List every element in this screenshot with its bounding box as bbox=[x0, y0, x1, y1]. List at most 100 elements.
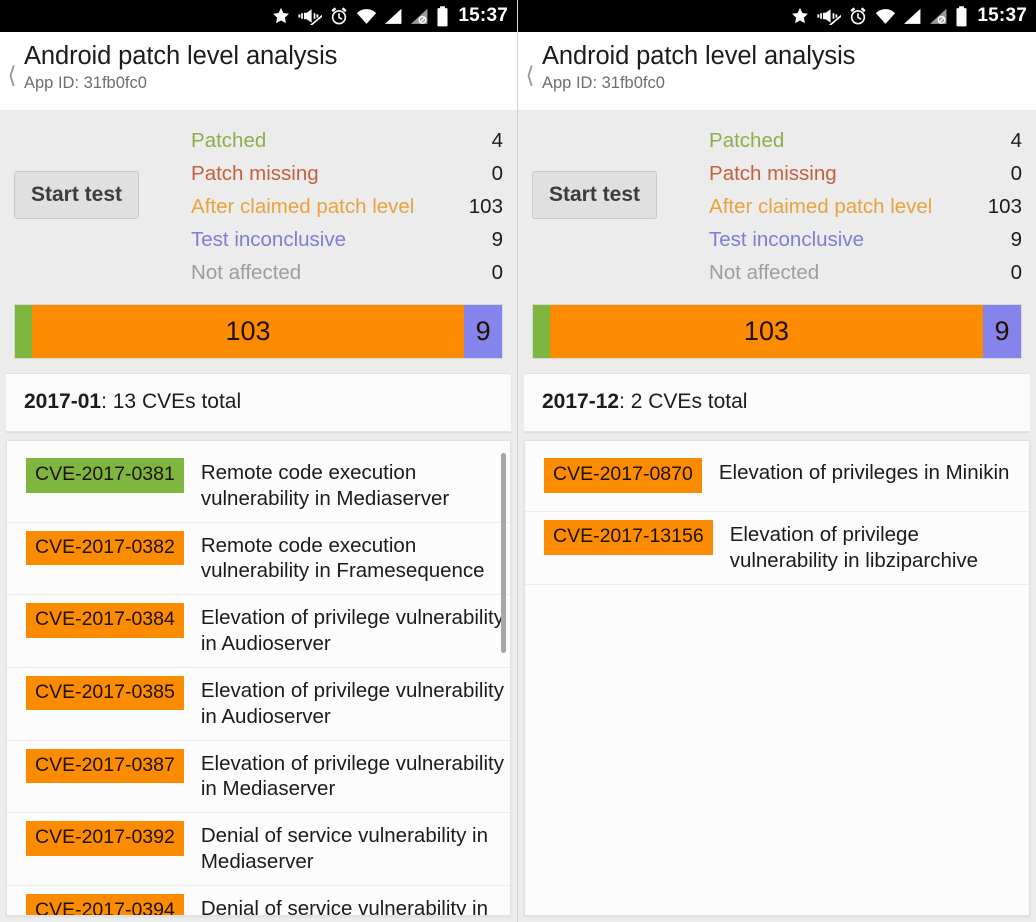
app-id-label: App ID: 31fb0fc0 bbox=[542, 74, 665, 93]
no-sim-icon bbox=[930, 8, 947, 24]
cve-list-card: CVE-2017-0381 Remote code execution vuln… bbox=[6, 440, 511, 916]
cve-description: Denial of service vulnerability in bbox=[200, 896, 488, 916]
cve-id-badge[interactable]: CVE-2017-0382 bbox=[26, 530, 184, 566]
legend-value: 0 bbox=[491, 162, 503, 185]
legend-value: 0 bbox=[1010, 162, 1022, 185]
cve-id-badge[interactable]: CVE-2017-0387 bbox=[26, 748, 184, 784]
cve-id-badge[interactable]: CVE-2017-0394 bbox=[26, 893, 184, 915]
legend-row: Patched 4 bbox=[709, 124, 1022, 157]
cve-description: Remote code execution vulnerability in M… bbox=[200, 461, 450, 510]
cve-id-badge[interactable]: CVE-2017-13156 bbox=[544, 520, 713, 555]
cve-list: CVE-2017-0381 Remote code execution vuln… bbox=[7, 441, 510, 916]
legend-row: Patch missing 0 bbox=[191, 157, 503, 190]
dual-screenshot-container: 15:37 ⟨ Android patch level analysis App… bbox=[0, 0, 1036, 922]
legend-value: 0 bbox=[491, 261, 503, 284]
cve-list-item[interactable]: CVE-2017-0387 Elevation of privilege vul… bbox=[7, 741, 510, 814]
status-bar: 15:37 bbox=[518, 0, 1036, 32]
cve-id-badge[interactable]: CVE-2017-0384 bbox=[26, 603, 184, 638]
bar-segment bbox=[533, 305, 550, 358]
bar-segment: 9 bbox=[464, 305, 502, 358]
start-test-wrap: Start test bbox=[14, 124, 140, 219]
month-summary-text: 2017-01: 13 CVEs total bbox=[24, 390, 493, 414]
month-summary-card[interactable]: 2017-12: 2 CVEs total bbox=[524, 373, 1030, 432]
no-sim-icon bbox=[411, 8, 428, 24]
legend-label: Patched bbox=[709, 129, 785, 152]
panel-left: 15:37 ⟨ Android patch level analysis App… bbox=[0, 0, 518, 922]
app-header: ⟨ Android patch level analysis App ID: 3… bbox=[0, 32, 517, 110]
cve-list-item[interactable]: CVE-2017-0394 Denial of service vulnerab… bbox=[7, 886, 510, 916]
start-test-wrap: Start test bbox=[532, 124, 658, 219]
chevron-left-icon[interactable]: ⟨ bbox=[518, 38, 542, 87]
cve-list-item[interactable]: CVE-2017-0870 Elevation of privileges in… bbox=[525, 450, 1029, 512]
legend-label: After claimed patch level bbox=[709, 195, 933, 218]
legend-label: Not affected bbox=[191, 261, 302, 284]
list-scrollbar[interactable] bbox=[501, 453, 506, 653]
alarm-icon bbox=[850, 7, 867, 25]
legend-row: After claimed patch level 103 bbox=[709, 190, 1022, 223]
cve-description: Elevation of privilege vulnerability in … bbox=[200, 606, 504, 656]
cve-description: Elevation of privilege vulnerability in … bbox=[200, 751, 504, 801]
chevron-left-icon[interactable]: ⟨ bbox=[0, 38, 24, 87]
legend-value: 0 bbox=[1010, 261, 1022, 284]
cve-id-badge[interactable]: CVE-2017-0870 bbox=[544, 458, 702, 493]
cve-list-item[interactable]: CVE-2017-0382 Remote code execution vuln… bbox=[7, 523, 510, 596]
month-count: : 13 CVEs total bbox=[101, 390, 242, 413]
month-count: : 2 CVEs total bbox=[619, 390, 748, 413]
cve-description: Denial of service vulnerability in Media… bbox=[200, 824, 488, 874]
bar-segment bbox=[15, 305, 32, 358]
cve-list-item[interactable]: CVE-2017-13156 Elevation of privilege vu… bbox=[525, 512, 1029, 585]
page-title: Android patch level analysis bbox=[24, 42, 338, 70]
summary-row: Start test Patched 4 Patch missing 0 Aft… bbox=[532, 124, 1022, 289]
legend-label: Patch missing bbox=[191, 162, 319, 185]
legend-value: 103 bbox=[987, 195, 1022, 218]
legend-row: Patch missing 0 bbox=[709, 157, 1022, 190]
legend-label: Test inconclusive bbox=[191, 228, 346, 251]
bar-segment: 9 bbox=[983, 305, 1021, 358]
battery-icon bbox=[956, 5, 967, 26]
stacked-bar-wrap: 103 9 bbox=[532, 289, 1022, 373]
signal-icon bbox=[904, 8, 921, 24]
cve-list-item[interactable]: CVE-2017-0385 Elevation of privilege vul… bbox=[7, 668, 510, 741]
cve-id-badge[interactable]: CVE-2017-0381 bbox=[26, 458, 184, 493]
legend-value: 4 bbox=[491, 129, 503, 152]
cve-list-item[interactable]: CVE-2017-0392 Denial of service vulnerab… bbox=[7, 813, 510, 886]
header-titles: Android patch level analysis App ID: 31f… bbox=[542, 38, 855, 94]
vibrate-icon bbox=[298, 9, 323, 25]
status-bar: 15:37 bbox=[0, 0, 517, 32]
legend-label: After claimed patch level bbox=[191, 195, 415, 218]
legend-label: Patch missing bbox=[709, 162, 837, 185]
cve-list-item[interactable]: CVE-2017-0381 Remote code execution vuln… bbox=[7, 450, 510, 523]
legend-label: Patched bbox=[191, 129, 267, 152]
start-test-button[interactable]: Start test bbox=[532, 171, 658, 219]
status-bar-icons bbox=[271, 5, 449, 27]
cve-id-badge[interactable]: CVE-2017-0385 bbox=[26, 675, 184, 711]
cve-id-badge[interactable]: CVE-2017-0392 bbox=[26, 821, 184, 856]
legend-label: Not affected bbox=[709, 261, 820, 284]
legend-value: 9 bbox=[491, 228, 503, 251]
status-legend: Patched 4 Patch missing 0 After claimed … bbox=[191, 124, 503, 289]
status-bar-icons bbox=[790, 5, 968, 27]
star-icon bbox=[273, 7, 290, 24]
legend-row: Test inconclusive 9 bbox=[709, 223, 1022, 256]
wifi-icon bbox=[876, 8, 896, 24]
cve-list-card: CVE-2017-0870 Elevation of privileges in… bbox=[524, 440, 1030, 916]
alarm-icon bbox=[331, 7, 348, 25]
status-stacked-bar: 103 9 bbox=[14, 304, 503, 359]
app-id-label: App ID: 31fb0fc0 bbox=[24, 74, 147, 93]
cve-description: Remote code execution vulnerability in F… bbox=[200, 533, 485, 583]
bar-segment: 103 bbox=[549, 305, 984, 358]
cve-description: Elevation of privilege vulnerability in … bbox=[200, 678, 504, 728]
legend-row: Not affected 0 bbox=[191, 256, 503, 289]
month-summary-card[interactable]: 2017-01: 13 CVEs total bbox=[6, 373, 511, 432]
start-test-button[interactable]: Start test bbox=[14, 171, 140, 219]
app-header: ⟨ Android patch level analysis App ID: 3… bbox=[518, 32, 1036, 110]
status-bar-clock: 15:37 bbox=[458, 5, 508, 26]
month-summary-text: 2017-12: 2 CVEs total bbox=[542, 390, 1012, 414]
legend-value: 9 bbox=[1010, 228, 1022, 251]
stacked-bar-wrap: 103 9 bbox=[14, 289, 503, 373]
cve-list-item[interactable]: CVE-2017-0384 Elevation of privilege vul… bbox=[7, 595, 510, 668]
legend-value: 103 bbox=[468, 195, 503, 218]
signal-icon bbox=[385, 8, 402, 24]
header-titles: Android patch level analysis App ID: 31f… bbox=[24, 38, 337, 94]
cve-list: CVE-2017-0870 Elevation of privileges in… bbox=[525, 441, 1029, 585]
